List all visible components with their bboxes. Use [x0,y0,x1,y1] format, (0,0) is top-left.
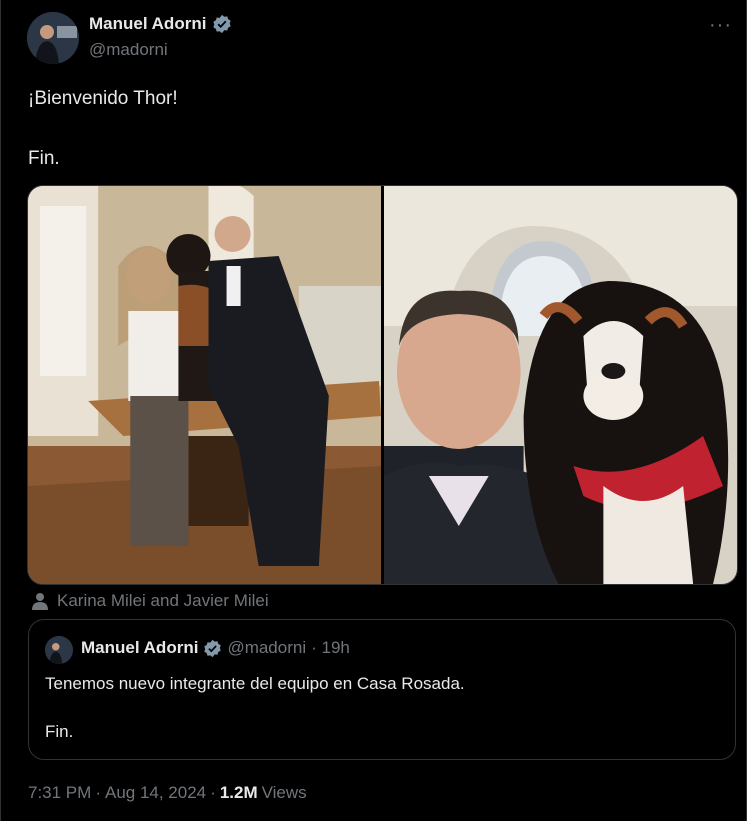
tweet-container: Manuel Adorni @madorni ··· ¡Bienvenido T… [0,0,747,821]
photo-office-dog[interactable] [28,186,381,584]
tweet-text: ¡Bienvenido Thor! Fin. [28,84,178,174]
tweet-time[interactable]: 7:31 PM [28,783,91,803]
media-grid [27,185,738,585]
views-label: Views [261,783,307,802]
tagged-users-text: Karina Milei and Javier Milei [57,591,269,610]
person-icon [31,592,49,610]
meta-separator: · [210,783,216,802]
quoted-author-avatar[interactable] [45,636,73,664]
quoted-verified-badge-icon [203,639,222,658]
quoted-line-1: Tenemos nuevo integrante del equipo en C… [45,674,465,693]
quoted-line-2: Fin. [45,722,74,741]
tweet-meta: 7:31 PM · Aug 14, 2024 · 1.2M Views [28,783,307,803]
photo-selfie-dog[interactable] [384,186,737,584]
author-handle[interactable]: @madorni [89,40,168,60]
tagged-users[interactable]: Karina Milei and Javier Milei [31,591,269,611]
verified-badge-icon [212,14,232,34]
quoted-text: Tenemos nuevo integrante del equipo en C… [45,672,465,744]
views-count: 1.2M [219,783,258,802]
quoted-tweet[interactable]: Manuel Adorni @madorni · 19h Tenemos nue… [28,619,736,760]
tweet-date[interactable]: Aug 14, 2024 [105,783,206,803]
tweet-line-1: ¡Bienvenido Thor! [28,88,178,109]
tweet-line-2: Fin. [28,148,60,169]
meta-separator: · [95,783,101,802]
author-name[interactable]: Manuel Adorni [89,14,206,34]
quoted-author-handle[interactable]: @madorni [227,638,306,658]
author-avatar[interactable] [27,12,79,64]
more-options-icon[interactable]: ··· [709,14,732,37]
quoted-author-name[interactable]: Manuel Adorni [81,638,198,658]
author-name-row: Manuel Adorni [89,14,232,34]
quoted-time[interactable]: · 19h [311,638,350,658]
quoted-header: Manuel Adorni @madorni · 19h [81,638,350,658]
